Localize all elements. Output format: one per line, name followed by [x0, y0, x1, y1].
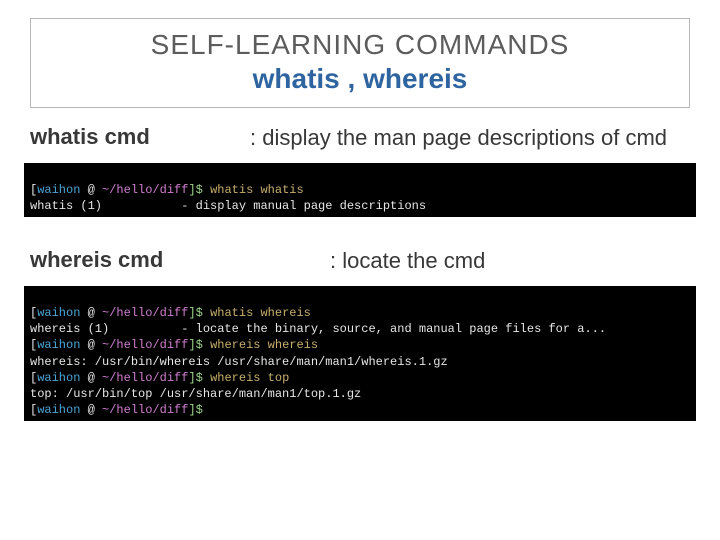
- terminal-whereis: [waihon @ ~/hello/diff]$ whatis whereis …: [24, 286, 696, 422]
- terminal-output: whereis: /usr/bin/whereis /usr/share/man…: [30, 355, 448, 369]
- terminal-output: whereis (1) - locate the binary, source,…: [30, 322, 606, 336]
- row-whatis: whatis cmd : display the man page descri…: [24, 124, 696, 153]
- terminal-line: [waihon @ ~/hello/diff]$ whatis whereis: [30, 306, 311, 320]
- terminal-line: [waihon @ ~/hello/diff]$ whereis top: [30, 371, 289, 385]
- title-line1: SELF-LEARNING COMMANDS: [39, 29, 681, 61]
- terminal-output: top: /usr/bin/top /usr/share/man/man1/to…: [30, 387, 361, 401]
- row-whereis: whereis cmd : locate the cmd: [24, 247, 696, 276]
- slide: SELF-LEARNING COMMANDS whatis , whereis …: [0, 0, 720, 540]
- terminal-line: [waihon @ ~/hello/diff]$ whatis whatis: [30, 183, 304, 197]
- title-line2: whatis , whereis: [39, 63, 681, 95]
- title-box: SELF-LEARNING COMMANDS whatis , whereis: [30, 18, 690, 108]
- terminal-output: whatis (1) - display manual page descrip…: [30, 199, 426, 213]
- terminal-line: [waihon @ ~/hello/diff]$: [30, 403, 210, 417]
- row-whereis-cmd: whereis cmd: [30, 247, 330, 273]
- row-whatis-cmd: whatis cmd: [30, 124, 250, 150]
- terminal-whatis: [waihon @ ~/hello/diff]$ whatis whatis w…: [24, 163, 696, 218]
- terminal-line: [waihon @ ~/hello/diff]$ whereis whereis: [30, 338, 318, 352]
- row-whereis-desc: : locate the cmd: [330, 247, 485, 276]
- row-whatis-desc: : display the man page descriptions of c…: [250, 124, 667, 153]
